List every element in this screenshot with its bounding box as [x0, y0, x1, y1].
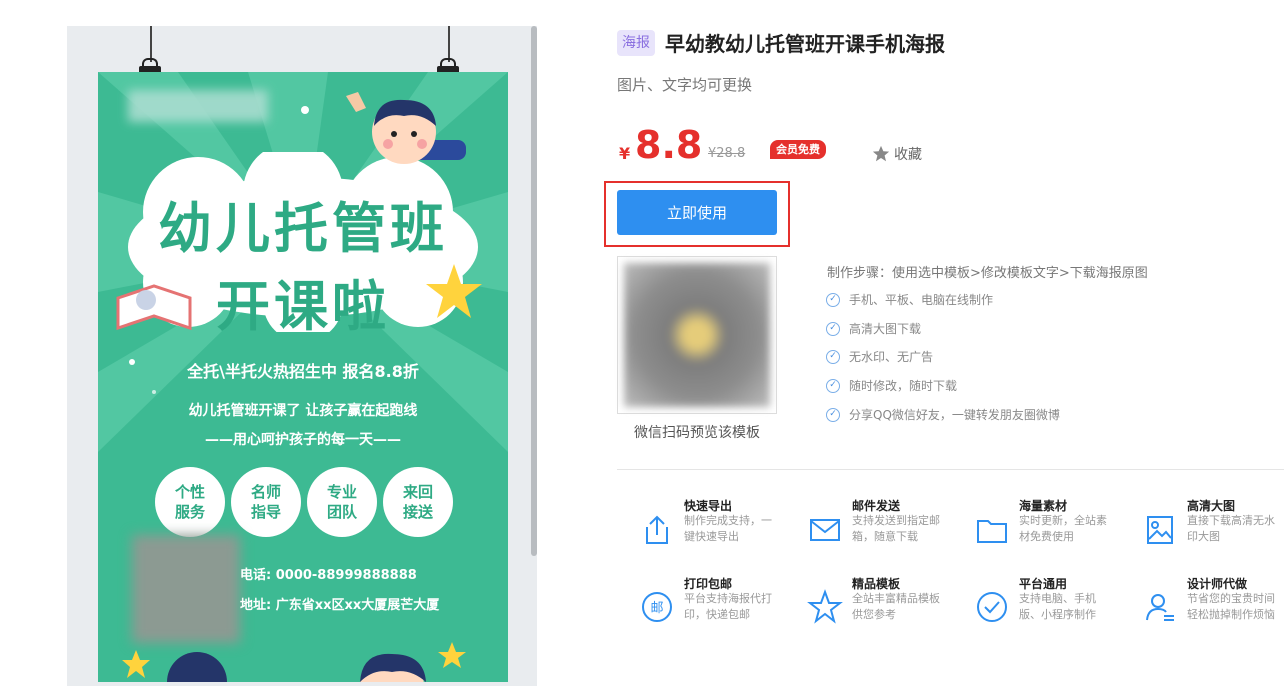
steps-description: 制作步骤：使用选中模板>修改模板文字>下载海报原图: [827, 266, 1148, 281]
poster-boy-illustration: [346, 92, 466, 164]
hanging-wire-left: [150, 26, 152, 62]
service-hd-image: 高清大图 直接下载高清无水印大图: [1120, 497, 1275, 557]
category-tag: 海报: [617, 30, 655, 56]
preview-scrollbar[interactable]: [531, 26, 537, 556]
svg-text:邮: 邮: [650, 601, 663, 616]
check-circle-icon: ✓: [826, 407, 840, 422]
poster-feature-circle: 来回 接送: [383, 467, 453, 537]
preview-qr-code: [617, 256, 777, 414]
poster-slogan-text: 幼儿托管班开课了 让孩子赢在起跑线: [188, 403, 418, 419]
product-subtitle: 图片、文字均可更换: [617, 76, 753, 94]
poster-enrollment-text: 全托\半托火热招生中 报名8.8折: [187, 362, 419, 381]
service-designer: 设计师代做 节省您的宝贵时间轻松抛掉制作烦恼: [1120, 575, 1275, 635]
poster-phone-text: 电话: 0000-88999888888: [240, 568, 417, 583]
poster-title-line2: 开课啦: [216, 275, 390, 338]
image-icon: [1147, 516, 1173, 544]
poster-feature-circle: 名师 指导: [231, 467, 301, 537]
product-title: 早幼教幼儿托管班开课手机海报: [665, 32, 945, 56]
price-value: 8.8: [635, 123, 703, 167]
poster-blurred-qr-code: [132, 535, 240, 643]
service-print-shipping: 邮 打印包邮 平台支持海报代打印，快递包邮: [617, 575, 772, 635]
poster-blurred-logo: [128, 90, 268, 122]
designer-icon: [1146, 594, 1174, 621]
star-icon: [872, 145, 890, 162]
vip-free-badge: 会员免费: [770, 140, 826, 159]
check-circle-icon: ✓: [826, 378, 840, 393]
feature-item: ✓ 手机、平板、电脑在线制作: [826, 291, 993, 308]
feature-item: ✓ 分享QQ微信好友，一键转发朋友圈微博: [826, 406, 1060, 423]
folder-icon: [977, 520, 1007, 543]
check-circle-icon: ✓: [826, 349, 840, 364]
service-premium-templates: 精品模板 全站丰富精品模板供您参考: [785, 575, 940, 635]
poster-feature-circle: 个性 服务: [155, 467, 225, 537]
favorite-button[interactable]: 收藏: [872, 144, 922, 164]
postmark-icon: 邮: [642, 592, 672, 622]
poster-image[interactable]: 幼儿托管班 开课啦 全托\半托火热招生中 报名8.8折 幼儿托管班开课了 让孩子…: [98, 72, 508, 682]
check-circle-icon: ✓: [826, 292, 840, 307]
upload-icon: [646, 515, 668, 544]
original-price: ¥28.8: [708, 146, 746, 161]
check-circle-icon: [977, 592, 1007, 622]
poster-feature-circle: 专业 团队: [307, 467, 377, 537]
hanging-wire-right: [448, 26, 450, 62]
favorite-label: 收藏: [894, 147, 922, 163]
feature-item: ✓ 无水印、无广告: [826, 348, 933, 365]
mail-icon: [810, 519, 840, 541]
check-circle-icon: ✓: [826, 321, 840, 336]
feature-item: ✓ 高清大图下载: [826, 320, 921, 337]
price-currency: ¥: [619, 144, 631, 163]
service-email-send: 邮件发送 支持发送到指定邮箱，随意下载: [785, 497, 940, 557]
service-quick-export: 快速导出 制作完成支持，一键快速导出: [617, 497, 772, 557]
use-now-button[interactable]: 立即使用: [617, 190, 777, 235]
feature-item: ✓ 随时修改，随时下载: [826, 377, 957, 394]
poster-title-line1: 幼儿托管班: [158, 197, 448, 260]
section-divider: [617, 469, 1284, 470]
poster-address-text: 地址: 广东省xx区xx大厦展芒大厦: [240, 598, 440, 613]
poster-tagline-text: ——用心呵护孩子的每一天——: [205, 432, 401, 448]
service-cross-platform: 平台通用 支持电脑、手机版、小程序制作: [952, 575, 1102, 635]
qr-caption: 微信扫码预览该模板: [634, 425, 760, 441]
poster-children-illustration: [122, 642, 466, 682]
star-icon: [807, 589, 843, 624]
service-materials: 海量素材 实时更新，全站素材免费使用: [952, 497, 1107, 557]
